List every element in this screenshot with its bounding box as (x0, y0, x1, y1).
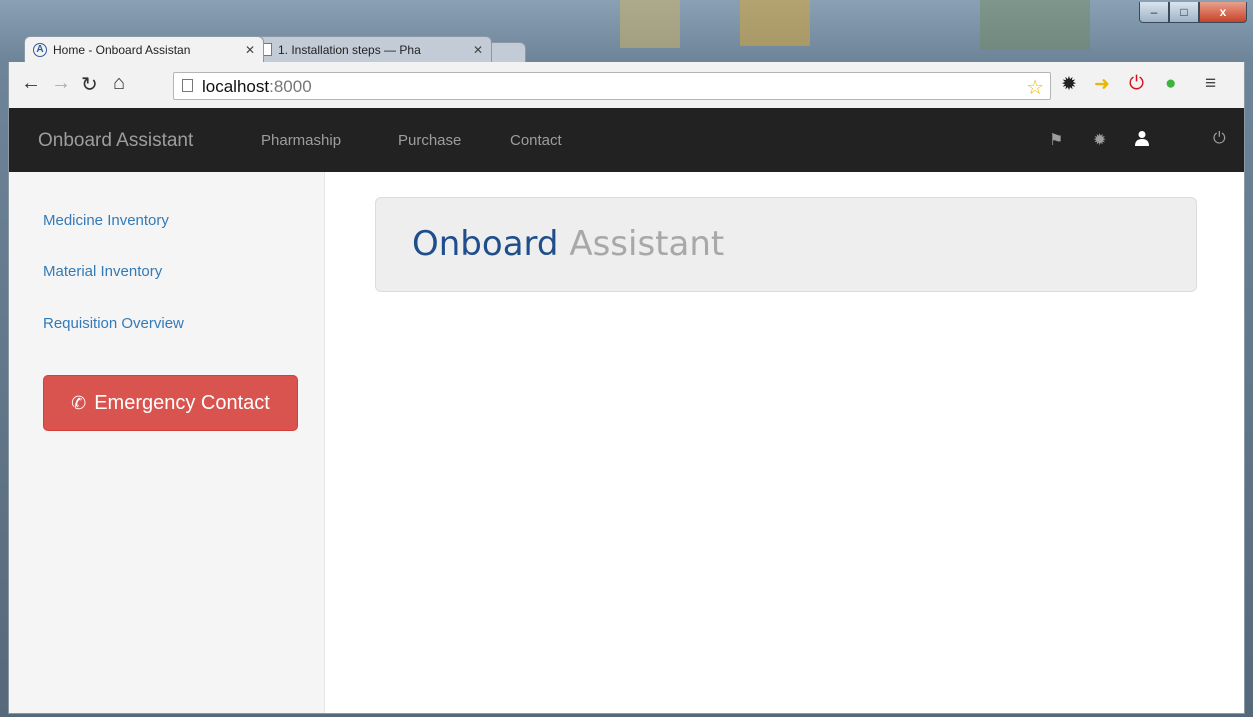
user-icon[interactable] (1135, 130, 1149, 146)
title-word-assistant: Assistant (569, 224, 725, 264)
new-tab-button[interactable] (486, 42, 526, 62)
address-url[interactable]: localhost:8000 (202, 77, 312, 97)
sidebar-link-medicine-inventory[interactable]: Medicine Inventory (43, 212, 169, 229)
desktop-background-shape (980, 0, 1090, 50)
back-icon[interactable]: ← (21, 72, 41, 95)
forward-icon[interactable]: → (51, 72, 71, 95)
device-extension-icon[interactable]: ➜ (1094, 73, 1110, 96)
stop-extension-icon[interactable]: ⏻ (1129, 73, 1144, 95)
sidebar-link-requisition-overview[interactable]: Requisition Overview (43, 315, 184, 332)
tab-title: 1. Installation steps — Pha (278, 42, 421, 57)
top-navbar: Onboard Assistant Pharmaship Purchase Co… (9, 108, 1244, 172)
emergency-contact-label: Emergency Contact (94, 391, 270, 414)
web-page: Onboard Assistant Pharmaship Purchase Co… (8, 108, 1245, 714)
nav-link-contact[interactable]: Contact (510, 132, 562, 149)
settings-extension-icon[interactable]: ✹ (1061, 73, 1077, 96)
flag-icon[interactable]: ⚑ (1049, 130, 1063, 150)
bookmark-star-icon[interactable]: ☆ (1026, 75, 1044, 100)
chrome-menu-icon[interactable]: ≡ (1205, 73, 1216, 95)
phone-icon: ✆ (71, 392, 87, 413)
desktop-background-shape (740, 0, 810, 46)
power-icon[interactable]: ⏻ (1213, 130, 1226, 148)
evernote-extension-icon[interactable]: ● (1165, 73, 1176, 95)
desktop-window-frame: – □ x A Home - Onboard Assistan ✕ 1. Ins… (0, 0, 1253, 717)
emergency-contact-button[interactable]: ✆ Emergency Contact (43, 375, 298, 431)
tab-installation-steps[interactable]: 1. Installation steps — Pha ✕ (252, 36, 492, 62)
title-word-onboard: Onboard (412, 224, 559, 264)
close-tab-icon[interactable]: ✕ (473, 43, 483, 57)
url-host: localhost (202, 77, 270, 96)
window-controls: – □ x (1139, 2, 1247, 23)
page-title: Onboard Assistant (412, 224, 724, 264)
navbar-brand[interactable]: Onboard Assistant (38, 130, 193, 152)
reload-icon[interactable]: ↻ (81, 72, 98, 97)
home-icon[interactable]: ⌂ (113, 72, 125, 95)
minimize-button[interactable]: – (1139, 2, 1169, 23)
tab-title: Home - Onboard Assistan (53, 42, 191, 57)
jumbotron: Onboard Assistant (375, 197, 1197, 292)
browser-toolbar: ← → ↻ ⌂ localhost:8000 ☆ ✹ ➜ ⏻ ● ≡ (8, 62, 1245, 108)
tab-strip: A Home - Onboard Assistan ✕ 1. Installat… (24, 34, 526, 62)
nav-link-purchase[interactable]: Purchase (398, 132, 461, 149)
address-bar[interactable]: localhost:8000 ☆ (173, 72, 1051, 100)
close-tab-icon[interactable]: ✕ (245, 43, 255, 57)
tab-home[interactable]: A Home - Onboard Assistan ✕ (24, 36, 264, 62)
nav-link-pharmaship[interactable]: Pharmaship (261, 132, 341, 149)
onboard-logo-icon: A (33, 42, 47, 57)
page-icon (182, 79, 193, 92)
close-window-button[interactable]: x (1199, 2, 1247, 23)
desktop-background-shape (620, 0, 680, 48)
sidebar: Medicine Inventory Material Inventory Re… (9, 172, 325, 713)
sidebar-link-material-inventory[interactable]: Material Inventory (43, 263, 162, 280)
url-port: :8000 (269, 77, 312, 96)
maximize-button[interactable]: □ (1169, 2, 1199, 23)
gear-icon[interactable]: ✹ (1093, 130, 1106, 150)
